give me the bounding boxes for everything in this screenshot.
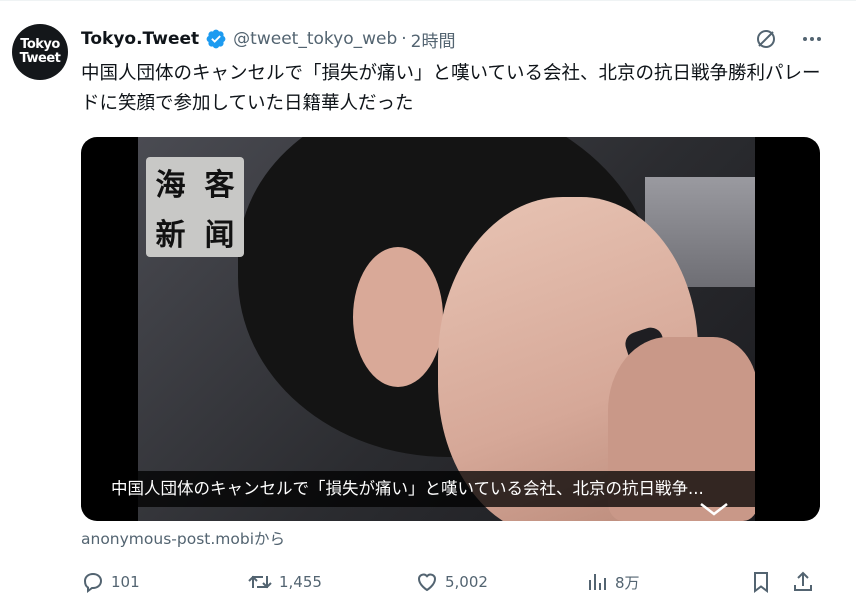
- repost-count: 1,455: [279, 573, 322, 591]
- verified-badge-icon: [205, 28, 227, 50]
- share-icon: [794, 571, 812, 591]
- share-button[interactable]: [791, 567, 815, 597]
- tweet-text: 中国人団体のキャンセルで「損失が痛い」と嘆いている会社、北京の抗日戦争勝利パレー…: [81, 63, 821, 114]
- more-icon[interactable]: [798, 25, 826, 53]
- avatar-text-line1: Tokyo: [20, 37, 60, 52]
- reply-icon: [83, 572, 103, 593]
- avatar-text-line2: Tweet: [19, 51, 61, 66]
- watermark-char: 海: [155, 168, 186, 203]
- video-person-ear: [353, 247, 443, 387]
- bookmark-button[interactable]: [749, 567, 773, 597]
- tweet-header: Tokyo.Tweet @tweet_tokyo_web · 2時間: [81, 26, 455, 52]
- like-button[interactable]: 5,002: [415, 567, 488, 597]
- account-name[interactable]: Tokyo.Tweet: [81, 29, 199, 49]
- views-button[interactable]: 8万: [585, 567, 640, 597]
- chevron-down-icon[interactable]: [697, 499, 731, 519]
- bookmark-icon: [754, 572, 768, 593]
- like-icon: [417, 573, 437, 592]
- views-icon: [589, 574, 606, 590]
- news-watermark-logo: 海 客 新 闻: [146, 157, 244, 257]
- repost-button[interactable]: 1,455: [247, 567, 322, 597]
- separator-dot: ·: [401, 29, 407, 49]
- action-bar: 101 1,455 5,002 8万: [81, 567, 821, 597]
- watermark-char: 闻: [204, 218, 235, 253]
- link-source[interactable]: anonymous-post.mobiから: [81, 527, 285, 549]
- reply-count: 101: [111, 573, 140, 591]
- account-handle[interactable]: @tweet_tokyo_web: [233, 29, 397, 49]
- views-count: 8万: [615, 573, 640, 592]
- video-frame[interactable]: 海 客 新 闻: [138, 137, 755, 521]
- watermark-char: 新: [155, 218, 186, 253]
- grok-icon[interactable]: [752, 25, 780, 53]
- video-player[interactable]: 海 客 新 闻 中国人団体のキャンセルで「損失が痛い」と嘆いている会社、北京の抗…: [81, 137, 820, 521]
- repost-icon: [248, 575, 272, 589]
- tweet-card[interactable]: Tokyo Tweet Tokyo.Tweet @tweet_tokyo_web…: [0, 0, 856, 611]
- like-count: 5,002: [445, 573, 488, 591]
- avatar[interactable]: Tokyo Tweet: [12, 24, 68, 80]
- watermark-char: 客: [204, 168, 235, 203]
- top-actions: [752, 25, 826, 53]
- reply-button[interactable]: 101: [81, 567, 140, 597]
- post-time[interactable]: 2時間: [411, 27, 456, 52]
